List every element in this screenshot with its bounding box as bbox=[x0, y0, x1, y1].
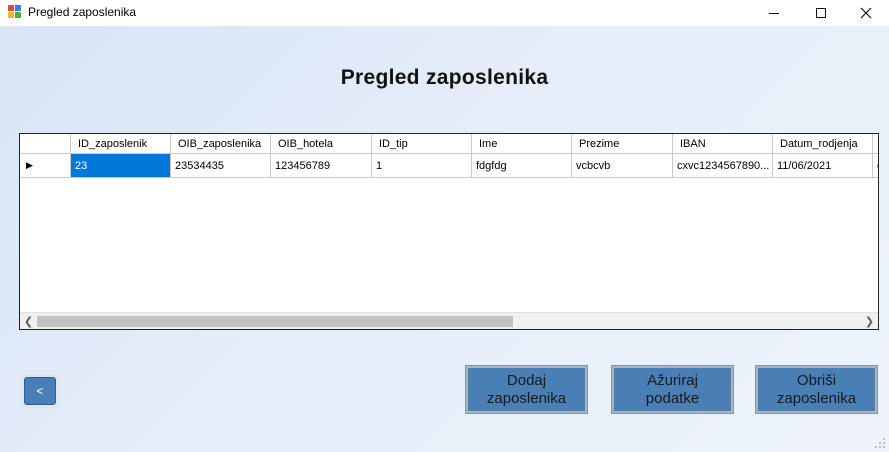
table-cell[interactable]: 123456789 bbox=[271, 154, 372, 178]
column-header[interactable]: ID_tip bbox=[372, 134, 472, 154]
column-header[interactable]: OIB_zaposlenika bbox=[171, 134, 271, 154]
table-row[interactable]: ▶ 23 23534435 123456789 1 fdgfdg vcbcvb cxvc12… bbox=[20, 154, 878, 178]
close-icon bbox=[860, 7, 872, 19]
resize-grip-icon[interactable] bbox=[875, 438, 885, 448]
app-icon bbox=[8, 5, 22, 19]
minimize-icon bbox=[769, 13, 779, 14]
table-cell[interactable]: 23534435 bbox=[171, 154, 271, 178]
column-header[interactable]: Prezime bbox=[572, 134, 673, 154]
client-area: Pregled zaposlenika ID_zaposlenik OIB_zap… bbox=[0, 26, 889, 452]
table-cell[interactable]: cxvc1234567890... bbox=[673, 154, 773, 178]
maximize-icon bbox=[816, 8, 826, 18]
table-cell[interactable]: 1 bbox=[372, 154, 472, 178]
back-button[interactable]: < bbox=[24, 377, 56, 405]
grid-header: ID_zaposlenik OIB_zaposlenika OIB_hotela ID… bbox=[20, 134, 878, 154]
column-header[interactable]: OIB_hotela bbox=[271, 134, 372, 154]
column-header[interactable]: IBAN bbox=[673, 134, 773, 154]
row-header-corner bbox=[20, 134, 71, 154]
column-header[interactable]: Datum_rodjenja bbox=[773, 134, 873, 154]
title-bar: Pregled zaposlenika bbox=[0, 0, 889, 26]
column-header[interactable]: ID_zaposlenik bbox=[71, 134, 171, 154]
minimize-button[interactable] bbox=[751, 0, 797, 26]
delete-employee-button[interactable]: Obriši zaposlenika bbox=[755, 365, 878, 414]
table-cell[interactable]: vcbcvb bbox=[572, 154, 673, 178]
update-data-button[interactable]: Ažuriraj podatke bbox=[611, 365, 734, 414]
scroll-left-icon[interactable]: ❮ bbox=[20, 313, 37, 329]
maximize-button[interactable] bbox=[798, 0, 844, 26]
column-header[interactable] bbox=[873, 134, 878, 154]
scroll-right-icon[interactable]: ❯ bbox=[861, 313, 878, 329]
current-row-icon: ▶ bbox=[26, 160, 33, 170]
employees-grid[interactable]: ID_zaposlenik OIB_zaposlenika OIB_hotela ID… bbox=[19, 133, 879, 330]
page-title: Pregled zaposlenika bbox=[340, 66, 549, 89]
column-header[interactable]: Ime bbox=[472, 134, 572, 154]
table-cell[interactable]: 23 bbox=[71, 154, 171, 178]
table-cell[interactable]: c bbox=[873, 154, 878, 178]
add-employee-button[interactable]: Dodaj zaposlenika bbox=[465, 365, 588, 414]
table-cell[interactable]: fdgfdg bbox=[472, 154, 572, 178]
table-cell[interactable]: 11/06/2021 bbox=[773, 154, 873, 178]
scroll-thumb[interactable] bbox=[37, 316, 513, 327]
window-title: Pregled zaposlenika bbox=[28, 5, 137, 19]
close-button[interactable] bbox=[843, 0, 889, 26]
row-header[interactable]: ▶ bbox=[20, 154, 71, 178]
horizontal-scrollbar[interactable]: ❮ ❯ bbox=[20, 312, 878, 329]
